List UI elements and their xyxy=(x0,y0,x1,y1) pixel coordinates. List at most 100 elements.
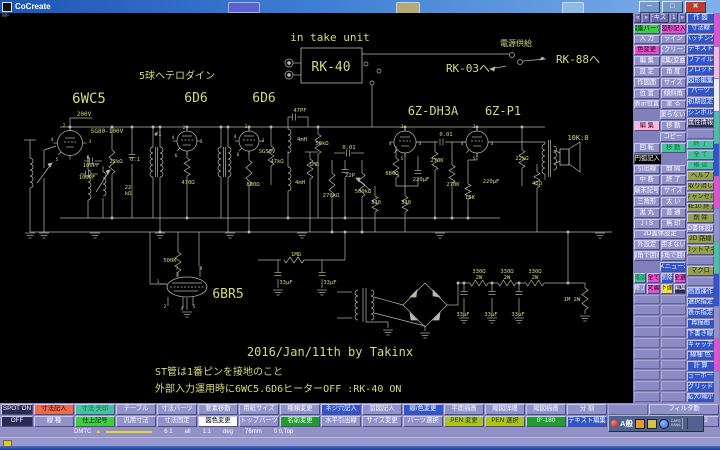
sidebar-button[interactable]: サイズ xyxy=(661,78,687,88)
toolbar-button[interactable]: OFF xyxy=(1,416,33,427)
sidebar-button[interactable]: 作図面 xyxy=(634,78,660,88)
sidebar-menu-button[interactable]: ファイル xyxy=(687,55,714,65)
sidebar-menu-button[interactable]: 画面操作 xyxy=(687,287,714,297)
sidebar-pager-button[interactable]: » xyxy=(642,13,649,23)
sidebar-button[interactable]: 無 印 xyxy=(661,219,687,229)
sidebar-menu-button[interactable]: 属性情報 xyxy=(687,118,714,128)
sidebar-menu-button[interactable]: 全 て xyxy=(687,150,714,160)
sidebar-button[interactable]: 三角形 xyxy=(634,197,660,207)
toolbar-button[interactable]: 0°-180 xyxy=(526,416,566,427)
sidebar-menu-button[interactable]: 作 図 xyxy=(687,13,714,23)
toolbar-button[interactable]: 水平引出線 xyxy=(321,416,361,427)
close-button[interactable]: ✕ xyxy=(685,1,706,13)
toolbar-button[interactable]: 寸法記入 xyxy=(34,404,74,415)
sidebar-menu-button[interactable]: マクロ xyxy=(687,266,714,276)
toolbar-button[interactable]: 寸法固定 xyxy=(157,416,197,427)
sidebar-button[interactable]: 黒 丸 xyxy=(634,208,660,218)
sidebar-menu-button[interactable]: 図形編集 xyxy=(687,76,714,86)
sidebar-button[interactable]: 縁角で囲む xyxy=(634,251,660,261)
sidebar-button[interactable]: メニュー2 xyxy=(660,262,687,272)
sidebar-button[interactable]: 角 度 xyxy=(661,67,687,77)
ime-pen-icon[interactable] xyxy=(635,419,645,429)
sidebar-button[interactable]: 端末記号 xyxy=(634,186,660,196)
sidebar-button[interactable]: 斜角で囲む xyxy=(661,251,687,261)
sidebar-menu-button[interactable]: プロットマネジ xyxy=(687,245,714,255)
sidebar-menu-button[interactable]: 計 算 xyxy=(687,361,714,371)
sidebar-menu-button[interactable]: パーツ xyxy=(687,87,714,97)
sidebar-menu-button[interactable]: 削 除 xyxy=(687,213,714,223)
sidebar-button[interactable]: 普 通 xyxy=(661,208,687,218)
toolbar-button[interactable]: パーツ選択 xyxy=(403,416,443,427)
window-titlebar[interactable]: CoCreate ─ □ ✕ xyxy=(0,0,720,13)
sidebar-button[interactable]: 全選 xyxy=(674,273,686,283)
sidebar-button[interactable]: 円弧記入 xyxy=(634,154,661,164)
sidebar-menu-button[interactable]: ビューポート xyxy=(687,372,714,382)
sidebar-button[interactable]: 移 動 xyxy=(661,121,687,131)
sidebar-button[interactable]: 間 隔 xyxy=(661,165,687,175)
sidebar-button[interactable]: 図形記入 xyxy=(661,24,687,34)
sidebar-menu-button[interactable]: 拡大/縮小 xyxy=(687,393,714,403)
sidebar-button[interactable]: J I S xyxy=(634,219,660,229)
sidebar-button[interactable]: 回 転 xyxy=(634,143,660,153)
toolbar-button[interactable]: 要素移動 xyxy=(198,404,238,415)
sidebar-button[interactable]: 移 動 xyxy=(661,143,687,153)
sidebar-menu-button[interactable]: 終 了 xyxy=(687,140,714,150)
toolbar-button[interactable]: 寸法パーツ xyxy=(157,404,197,415)
toolbar-button[interactable]: 寸法 矢印 xyxy=(75,404,115,415)
sidebar-button[interactable]: 編集(変曲) xyxy=(661,56,687,66)
sidebar-menu-button[interactable]: 表示指定 xyxy=(687,308,714,318)
sidebar-button[interactable]: 文書 xyxy=(647,284,659,294)
sidebar-menu-button[interactable]: 選択指定 xyxy=(687,298,714,308)
sidebar-menu-button[interactable]: 確 認 xyxy=(687,161,714,171)
sidebar-menu-button[interactable]: プロット xyxy=(687,66,714,76)
toolbar-button[interactable]: 線/色変更 xyxy=(403,404,443,415)
ime-toolbar[interactable]: A般 CAPS KANA xyxy=(608,415,704,432)
ime-pad-icon[interactable] xyxy=(647,419,657,429)
sidebar-menu-button[interactable]: ハッチング xyxy=(687,34,714,44)
sidebar-button[interactable]: 2D書体設定 xyxy=(634,230,686,240)
sidebar-button[interactable]: 終了 xyxy=(634,284,646,294)
toolbar-button[interactable]: テキスト編集 xyxy=(567,416,607,427)
sidebar-pager-button[interactable]: « xyxy=(634,13,641,23)
toolbar-button[interactable]: 汎用寸法 xyxy=(116,416,156,427)
sidebar-pager-button[interactable]: 1 xyxy=(670,13,677,23)
sidebar-button[interactable]: ライン xyxy=(661,35,687,45)
sidebar-menu-button[interactable]: 初期設定 xyxy=(687,97,714,107)
toolbar-button[interactable]: 図色変更 xyxy=(198,416,238,427)
toolbar-button[interactable]: 平面描画 xyxy=(444,404,484,415)
toolbar-button[interactable]: 線 種 xyxy=(34,416,74,427)
toolbar-button[interactable]: PEN 変更 xyxy=(444,416,484,427)
sidebar-menu-button[interactable]: テキスト xyxy=(687,45,714,55)
sidebar-button[interactable]: コピー xyxy=(660,132,687,142)
sidebar-button[interactable]: 塗 る xyxy=(661,100,687,110)
sidebar-button[interactable]: 太 い xyxy=(661,197,687,207)
toolbar-button[interactable]: 分 割 xyxy=(567,404,607,415)
sidebar-menu-button[interactable]: ME10 終了 xyxy=(687,203,714,213)
sidebar-button[interactable]: 色変更 xyxy=(634,45,660,55)
sidebar-button[interactable]: スクリーン xyxy=(661,45,687,55)
sidebar-button[interactable]: 塗らない xyxy=(660,110,687,120)
sidebar-button[interactable]: 引出線 xyxy=(634,165,660,175)
sidebar-button[interactable]: サイズ xyxy=(661,186,687,196)
sidebar-pager-button[interactable]: テキスト xyxy=(651,13,669,23)
sidebar-button[interactable]: 編集 xyxy=(674,284,686,294)
toolbar-button[interactable]: 窓図記入 xyxy=(362,404,402,415)
toolbar-button[interactable]: 種類変更 xyxy=(280,404,320,415)
sidebar-button[interactable]: 位 置 xyxy=(634,89,660,99)
sidebar-button[interactable]: 編集パーツ xyxy=(634,24,660,34)
sidebar-menu-button[interactable]: シンボル xyxy=(687,108,714,118)
sidebar-menu-button[interactable]: キャンセル xyxy=(687,192,714,202)
sidebar-menu-button[interactable]: グリッド xyxy=(687,382,714,392)
sidebar-button[interactable]: 入 力 xyxy=(634,35,660,45)
ime-help-icon[interactable] xyxy=(659,419,669,429)
sidebar-menu-button[interactable]: 下書き線 xyxy=(687,329,714,339)
sidebar-menu-button[interactable]: キャッチ xyxy=(687,340,714,350)
toolbar-button[interactable]: 名前変更 xyxy=(280,416,320,427)
sidebar-button[interactable]: 表示位置 xyxy=(634,100,660,110)
sidebar-button[interactable]: 傾斜角 xyxy=(661,89,687,99)
sidebar-button[interactable]: 削除 xyxy=(661,273,673,283)
sidebar-menu-button[interactable]: 再描画 xyxy=(687,319,714,329)
sidebar-menu-button[interactable]: 2D書体設定 xyxy=(687,224,714,234)
maximize-button[interactable]: □ xyxy=(662,1,683,13)
sidebar-menu-button[interactable]: ヘルプ xyxy=(687,171,714,181)
